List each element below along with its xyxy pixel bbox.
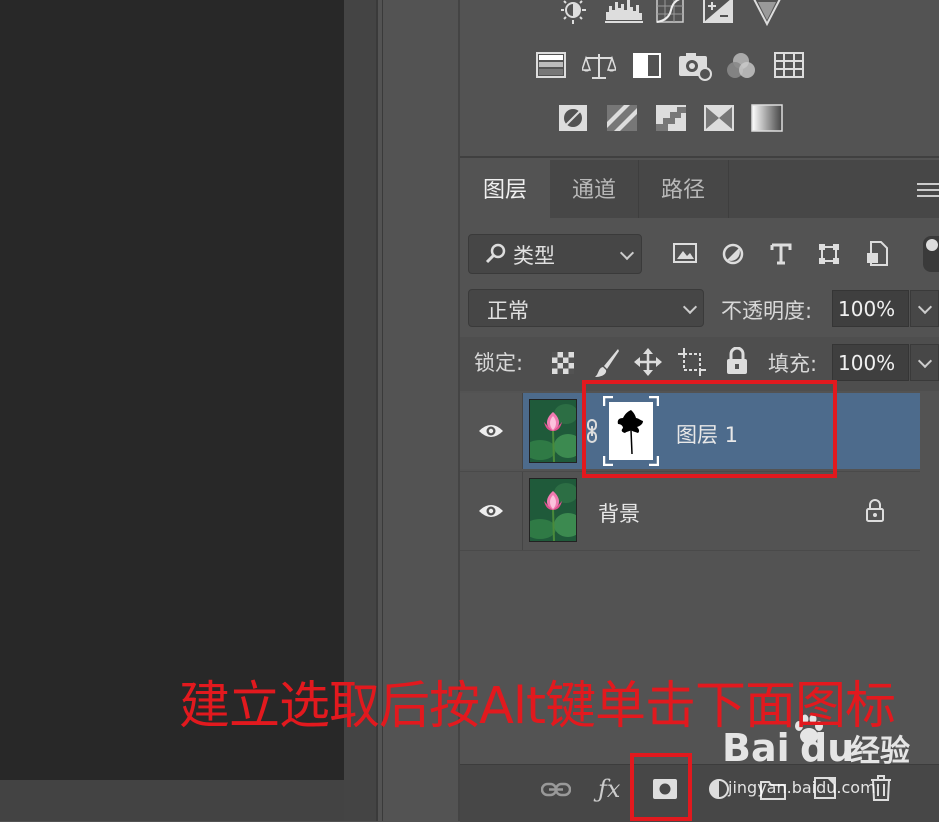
vibrance-icon[interactable] bbox=[752, 0, 782, 27]
layer-thumbnail[interactable] bbox=[529, 478, 577, 542]
layer-row-background[interactable]: 背景 bbox=[460, 471, 920, 551]
image-filter-icon[interactable] bbox=[673, 243, 697, 265]
filter-label: 类型 bbox=[513, 244, 555, 268]
posterize-icon[interactable] bbox=[606, 104, 637, 132]
tab-layers[interactable]: 图层 bbox=[460, 160, 550, 218]
layer-filter-dropdown[interactable]: 类型 bbox=[468, 234, 642, 274]
visibility-cell bbox=[460, 393, 523, 469]
search-icon bbox=[485, 243, 507, 265]
fill-input[interactable]: 100% bbox=[832, 344, 909, 381]
adjustments-panel bbox=[460, 0, 939, 158]
channel-mixer-icon[interactable] bbox=[726, 52, 756, 80]
threshold-icon[interactable] bbox=[655, 104, 687, 132]
gradient-map-icon[interactable] bbox=[751, 104, 783, 132]
lock-pixels-brush-icon[interactable] bbox=[594, 348, 620, 378]
blend-mode-dropdown[interactable]: 正常 bbox=[468, 289, 704, 327]
curves-icon[interactable] bbox=[655, 0, 685, 26]
photo-filter-icon[interactable] bbox=[678, 52, 714, 81]
highlight-box-layer bbox=[582, 380, 837, 478]
watermark-url: jingyan.baidu.com bbox=[728, 778, 876, 797]
chevron-down-icon bbox=[917, 299, 933, 315]
lock-all-icon[interactable] bbox=[726, 346, 748, 375]
smart-object-filter-icon[interactable] bbox=[866, 241, 888, 267]
chevron-down-icon bbox=[917, 353, 933, 369]
black-white-icon[interactable] bbox=[632, 52, 662, 80]
opacity-dropdown-button[interactable] bbox=[910, 290, 939, 327]
adjustment-filter-icon[interactable] bbox=[722, 243, 744, 265]
panel-tab-bar: 图层 通道 路径 bbox=[460, 160, 939, 218]
color-balance-icon[interactable] bbox=[580, 52, 618, 80]
type-filter-icon[interactable] bbox=[770, 243, 792, 265]
lock-icon bbox=[864, 499, 886, 523]
fill-label: 填充: bbox=[768, 352, 818, 376]
exposure-icon[interactable] bbox=[703, 0, 733, 26]
layer-name[interactable]: 背景 bbox=[598, 498, 640, 528]
annotation-text: 建立选取后按Alt键单击下面图标 bbox=[179, 677, 896, 736]
fill-dropdown-button[interactable] bbox=[910, 344, 939, 381]
chevron-down-icon bbox=[682, 299, 698, 315]
shape-filter-icon[interactable] bbox=[818, 243, 840, 265]
highlight-box-mask-button bbox=[630, 753, 692, 821]
selective-color-icon[interactable] bbox=[703, 104, 734, 132]
link-layers-icon[interactable] bbox=[540, 781, 572, 799]
color-lookup-icon[interactable] bbox=[774, 52, 804, 80]
panel-menu-icon[interactable] bbox=[917, 182, 939, 198]
blend-mode-value: 正常 bbox=[487, 299, 529, 323]
invert-icon[interactable] bbox=[558, 104, 588, 132]
layer-thumbnail[interactable] bbox=[529, 399, 577, 463]
filter-toggle[interactable] bbox=[923, 236, 939, 272]
levels-icon[interactable] bbox=[605, 0, 643, 26]
eye-icon[interactable] bbox=[478, 423, 504, 439]
adjustment-layer-icon[interactable] bbox=[708, 778, 730, 800]
tab-paths[interactable]: 路径 bbox=[638, 160, 729, 218]
lock-position-move-icon[interactable] bbox=[634, 348, 662, 376]
brightness-icon[interactable] bbox=[558, 0, 588, 26]
document-canvas[interactable] bbox=[0, 0, 344, 780]
visibility-cell bbox=[460, 472, 523, 550]
status-bar bbox=[0, 780, 378, 821]
tab-channels[interactable]: 通道 bbox=[550, 160, 639, 218]
lock-transparency-icon[interactable] bbox=[551, 351, 575, 375]
eye-icon[interactable] bbox=[478, 503, 504, 519]
opacity-label: 不透明度: bbox=[721, 299, 813, 323]
lock-label: 锁定: bbox=[474, 351, 524, 375]
chevron-down-icon bbox=[619, 245, 635, 261]
hue-saturation-icon[interactable] bbox=[536, 52, 566, 80]
opacity-input[interactable]: 100% bbox=[832, 290, 909, 327]
fx-icon[interactable]: ƒx bbox=[598, 775, 620, 803]
lock-artboard-icon[interactable] bbox=[678, 348, 706, 376]
